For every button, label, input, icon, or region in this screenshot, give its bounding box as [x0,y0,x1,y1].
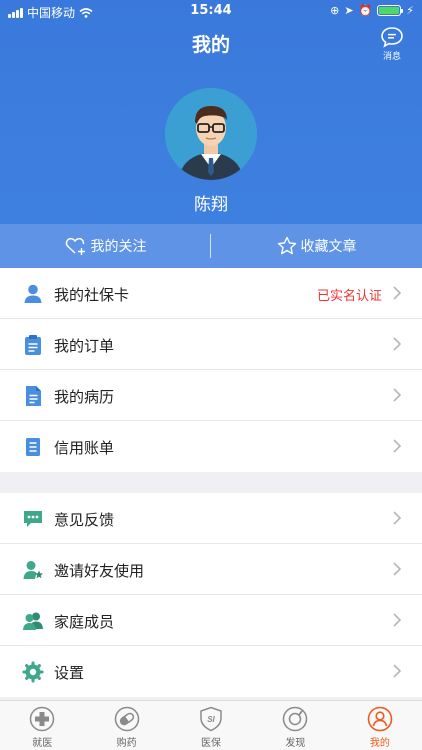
person-icon [24,284,42,303]
chevron-right-icon [393,388,402,402]
menu-item-settings[interactable]: 设置 [0,646,422,697]
battery-icon [377,5,404,16]
bill-icon [26,438,40,456]
follow-divider [210,234,211,258]
chat-bubble-icon [381,27,403,48]
star-icon [277,236,296,255]
family-icon [23,612,43,630]
status-bar: 中国移动 15:44 ⊕ ➤ ⏰ ⚡ [0,0,422,22]
invite-icon [23,561,43,579]
gear-icon [22,661,44,683]
chevron-right-icon [393,337,402,351]
menu-item-family-members[interactable]: 家庭成员 [0,595,422,646]
menu-label: 家庭成员 [54,613,115,631]
chevron-right-icon [393,613,402,627]
tab-pharmacy[interactable]: 购药 [84,701,168,750]
chevron-right-icon [393,664,402,678]
menu-label: 邀请好友使用 [54,562,145,580]
location-icon: ➤ [344,4,354,17]
tab-mine[interactable]: 我的 [338,701,422,750]
bottom-tab-bar: 就医 购药 SI 医保 发现 我的 [0,700,422,750]
tab-label: 就医 [32,738,53,749]
profile-header: 中国移动 15:44 ⊕ ➤ ⏰ ⚡ 我的 消息 陈翔 我的关注 收藏文章 [0,0,422,268]
menu-label: 我的社保卡 [54,286,130,304]
compass-icon [283,706,308,732]
avatar[interactable] [165,88,257,180]
menu-item-feedback[interactable]: 意见反馈 [0,493,422,544]
page-title: 我的 [191,34,230,56]
menu-label: 我的订单 [54,337,115,355]
pill-icon [114,706,139,732]
medical-cross-icon [29,706,55,732]
user-name: 陈翔 [194,195,228,215]
message-button[interactable]: 消息 [376,26,408,62]
menu-item-invite-friends[interactable]: 邀请好友使用 [0,544,422,595]
my-follows-label: 我的关注 [90,239,147,255]
avatar-illustration [165,88,257,180]
rotation-lock-icon: ⊕ [330,4,340,17]
saved-articles-label: 收藏文章 [300,239,357,255]
menu-item-credit-bill[interactable]: 信用账单 [0,421,422,472]
menu-item-my-orders[interactable]: 我的订单 [0,319,422,370]
menu-item-social-security-card[interactable]: 我的社保卡 已实名认证 [0,268,422,319]
tab-medical[interactable]: 就医 [0,701,84,750]
support-menu-group: 意见反馈 邀请好友使用 家庭成员 设置 [0,493,422,697]
heart-plus-icon [65,237,85,255]
alarm-icon: ⏰ [358,4,373,17]
menu-label: 设置 [54,664,85,682]
tab-label: 医保 [201,738,222,749]
chevron-right-icon [393,511,402,525]
menu-item-medical-records[interactable]: 我的病历 [0,370,422,421]
chevron-right-icon [393,286,402,300]
tab-insurance[interactable]: SI 医保 [169,701,253,750]
menu-label: 我的病历 [54,388,115,406]
my-follows-button[interactable]: 我的关注 [0,224,211,268]
tab-label: 购药 [116,738,137,749]
saved-articles-button[interactable]: 收藏文章 [211,224,422,268]
profile-icon [367,706,393,732]
tab-label: 发现 [285,738,306,749]
chevron-right-icon [393,562,402,576]
si-badge-text: SI [207,715,215,724]
message-label: 消息 [382,52,401,62]
verified-status: 已实名认证 [316,289,382,304]
account-menu-group: 我的社保卡 已实名认证 我的订单 我的病历 信用账单 [0,268,422,472]
feedback-icon [24,511,42,527]
menu-label: 意见反馈 [54,511,115,529]
document-icon [26,386,41,406]
charging-icon: ⚡ [406,4,414,17]
chevron-right-icon [393,439,402,453]
menu-label: 信用账单 [54,439,115,457]
follow-bar: 我的关注 收藏文章 [0,224,422,268]
tab-discover[interactable]: 发现 [253,701,337,750]
clipboard-icon [25,335,41,355]
si-shield-icon: SI [200,706,222,732]
tab-label: 我的 [369,738,390,749]
